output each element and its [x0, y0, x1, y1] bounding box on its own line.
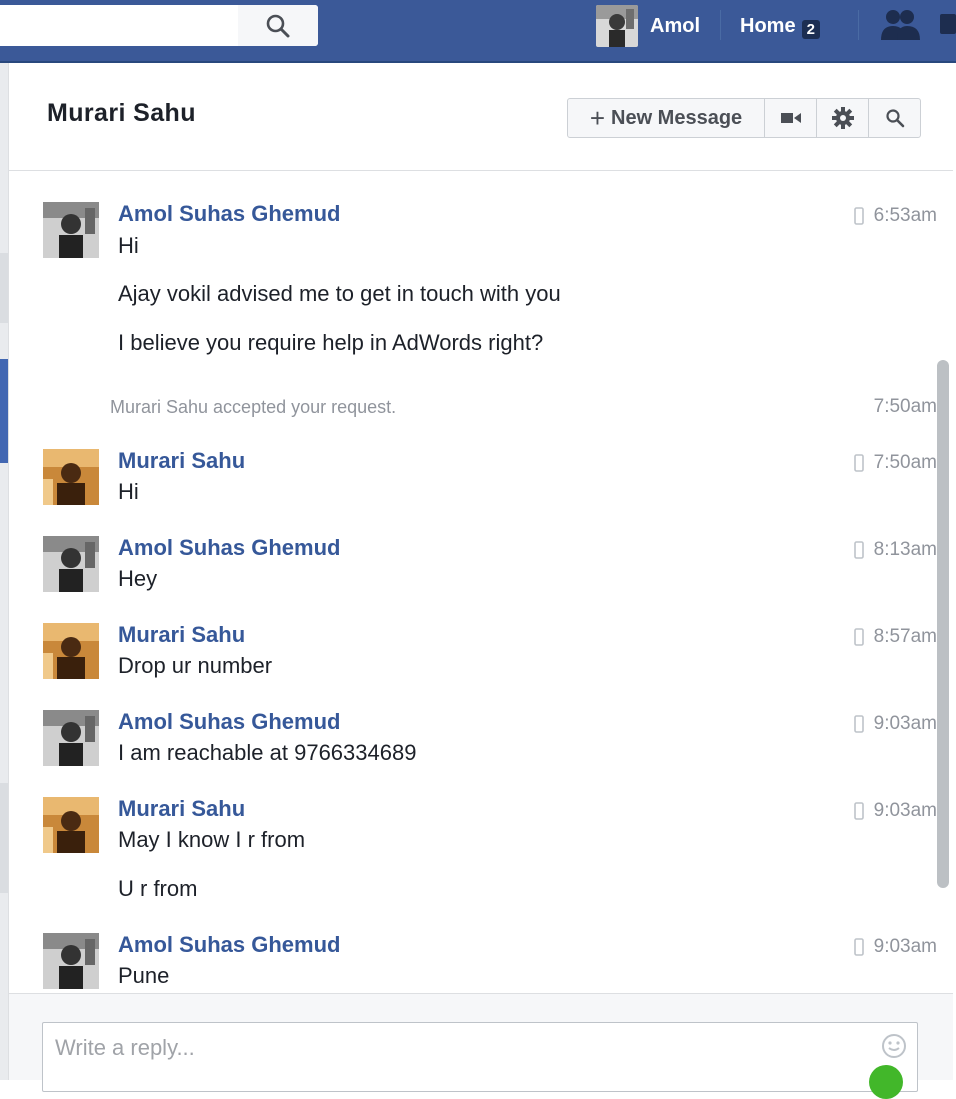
settings-button[interactable]: [817, 99, 869, 137]
message-text: Pune: [118, 963, 170, 988]
conversation-toolbar: + New Message: [567, 98, 921, 138]
sender-name[interactable]: Murari Sahu: [118, 796, 245, 822]
avatar[interactable]: [43, 797, 99, 853]
page-title: Murari Sahu: [47, 99, 196, 127]
message-timestamp: 7:50am: [873, 396, 937, 417]
search-icon: [266, 14, 290, 37]
sender-name[interactable]: Amol Suhas Ghemud: [118, 535, 340, 561]
message-list: Amol Suhas Ghemud 6:53am Hi Ajay vokil a…: [9, 171, 953, 993]
sticker-icon[interactable]: [869, 1065, 903, 1099]
search-conversation-button[interactable]: [869, 99, 920, 137]
messages-icon[interactable]: [936, 10, 956, 45]
reply-area: [9, 993, 953, 1099]
sender-name[interactable]: Murari Sahu: [118, 448, 245, 474]
timestamp-text: 9:03am: [873, 713, 937, 734]
mobile-icon: [853, 628, 864, 646]
search-icon: [885, 109, 904, 128]
top-navigation-bar: Amol Home 2: [0, 0, 956, 63]
home-badge: 2: [801, 19, 820, 39]
nav-divider: [858, 10, 859, 40]
message-timestamp: 8:57am: [853, 626, 937, 648]
message-timestamp: 6:53am: [853, 205, 937, 227]
avatar[interactable]: [43, 202, 99, 258]
sender-name[interactable]: Amol Suhas Ghemud: [118, 201, 340, 227]
message-timestamp: 7:50am: [853, 452, 937, 474]
sender-name[interactable]: Amol Suhas Ghemud: [118, 709, 340, 735]
reply-box: [42, 1022, 918, 1099]
timestamp-text: 8:57am: [873, 626, 937, 647]
mobile-icon: [853, 802, 864, 820]
video-call-button[interactable]: [765, 99, 817, 137]
gear-icon: [831, 107, 854, 129]
message-text: I am reachable at 9766334689: [118, 740, 417, 765]
avatar[interactable]: [43, 536, 99, 592]
mobile-icon: [853, 715, 864, 733]
smiley-icon: [882, 1034, 906, 1058]
friends-icon[interactable]: [880, 8, 922, 47]
mobile-icon: [853, 207, 864, 225]
sidebar-item-active: [0, 359, 8, 463]
sender-name[interactable]: Murari Sahu: [118, 622, 245, 648]
message-list-scrollbar[interactable]: [937, 360, 949, 888]
reply-input[interactable]: [43, 1023, 863, 1073]
mobile-icon: [853, 541, 864, 559]
message-timestamp: 9:03am: [853, 936, 937, 958]
message-text: Ajay vokil advised me to get in touch wi…: [118, 281, 561, 306]
message-text: Hi: [118, 479, 139, 504]
profile-link[interactable]: Amol: [596, 4, 700, 48]
sidebar-item: [0, 783, 8, 893]
timestamp-text: 9:03am: [873, 936, 937, 957]
conversation-header: Murari Sahu + New Message: [9, 63, 953, 171]
search-button[interactable]: [238, 5, 318, 46]
emoji-button[interactable]: [881, 1033, 907, 1064]
new-message-label: New Message: [611, 106, 743, 129]
mobile-icon: [853, 454, 864, 472]
avatar[interactable]: [43, 933, 99, 989]
left-sidebar-edge: [0, 63, 8, 1080]
mobile-icon: [853, 938, 864, 956]
new-message-button[interactable]: + New Message: [568, 99, 765, 137]
message-text: May I know I r from: [118, 827, 306, 852]
video-call-icon: [780, 113, 801, 123]
search-box: [0, 5, 318, 46]
avatar[interactable]: [43, 623, 99, 679]
message-text: Hi: [118, 233, 139, 258]
message-text: U r from: [118, 876, 198, 901]
timestamp-text: 6:53am: [873, 205, 937, 226]
timestamp-text: 8:13am: [873, 539, 937, 560]
message-text: Drop ur number: [118, 653, 273, 678]
home-label: Home: [740, 14, 796, 37]
message-text: Hey: [118, 566, 158, 591]
avatar[interactable]: [43, 449, 99, 505]
message-timestamp: 9:03am: [853, 800, 937, 822]
plus-icon: +: [589, 103, 605, 133]
system-note-text: Murari Sahu accepted your request.: [110, 397, 397, 417]
sidebar-item: [0, 253, 8, 323]
sender-name[interactable]: Amol Suhas Ghemud: [118, 932, 340, 958]
search-input[interactable]: [0, 5, 238, 46]
nav-divider: [720, 10, 721, 40]
avatar[interactable]: [43, 710, 99, 766]
timestamp-text: 9:03am: [873, 800, 937, 821]
conversation-panel: Murari Sahu + New Message Amol Suhas Ghe…: [8, 63, 953, 1099]
message-text: I believe you require help in AdWords ri…: [118, 330, 544, 355]
message-timestamp: 9:03am: [853, 713, 937, 735]
profile-name: Amol: [650, 14, 700, 37]
message-timestamp: 8:13am: [853, 539, 937, 561]
home-link[interactable]: Home 2: [740, 4, 820, 48]
timestamp-text: 7:50am: [873, 452, 937, 473]
avatar: [596, 5, 638, 47]
